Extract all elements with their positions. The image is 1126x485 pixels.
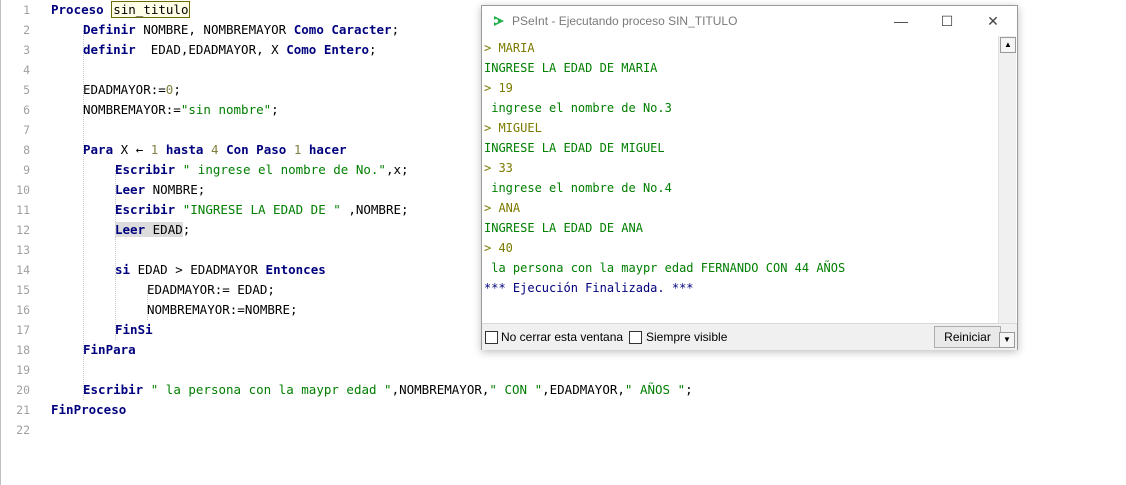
window-title: PSeInt - Ejecutando proceso SIN_TITULO: [512, 14, 738, 28]
minimize-button[interactable]: —: [878, 6, 924, 36]
siempre-visible-label[interactable]: Siempre visible: [646, 329, 727, 345]
code-line-16[interactable]: NOMBREMAYOR:=NOMBRE;: [147, 300, 298, 320]
line-number: 11: [16, 203, 30, 217]
close-button[interactable]: ✕: [970, 6, 1016, 36]
no-cerrar-label[interactable]: No cerrar esta ventana: [501, 329, 623, 345]
code-line-1[interactable]: Proceso sin_titulo: [51, 0, 191, 20]
code-line-21[interactable]: FinProceso: [51, 400, 126, 420]
line-number: 18: [16, 343, 30, 357]
scroll-down-arrow-icon[interactable]: ▼: [999, 332, 1015, 348]
code-line-8[interactable]: Para X ← 1 hasta 4 Con Paso 1 hacer: [83, 140, 347, 160]
line-number: 22: [16, 423, 30, 437]
line-number: 19: [16, 363, 30, 377]
code-line-14[interactable]: si EDAD > EDADMAYOR Entonces: [115, 260, 326, 280]
code-line-18[interactable]: FinPara: [83, 340, 136, 360]
console-output[interactable]: > MARIA INGRESE LA EDAD DE MARIA > 19 in…: [484, 36, 997, 323]
line-number: 8: [23, 143, 30, 157]
console-line: > 19: [484, 81, 513, 95]
line-number: 10: [16, 183, 30, 197]
console-line: INGRESE LA EDAD DE ANA: [484, 221, 643, 235]
code-line-15[interactable]: EDADMAYOR:= EDAD;: [147, 280, 275, 300]
siempre-visible-checkbox[interactable]: [629, 331, 642, 344]
console-line: > MIGUEL: [484, 121, 542, 135]
line-number: 7: [23, 123, 30, 137]
window-titlebar[interactable]: PSeInt - Ejecutando proceso SIN_TITULO —…: [482, 6, 1017, 36]
line-number: 20: [16, 383, 30, 397]
line-number: 14: [16, 263, 30, 277]
console-line: ingrese el nombre de No.4: [484, 181, 672, 195]
line-number: 2: [23, 23, 30, 37]
line-number: 3: [23, 43, 30, 57]
code-line-9[interactable]: Escribir " ingrese el nombre de No.",x;: [115, 160, 409, 180]
console-line: > ANA: [484, 201, 521, 215]
code-line-11[interactable]: Escribir "INGRESE LA EDAD DE " ,NOMBRE;: [115, 200, 409, 220]
process-name: sin_titulo: [111, 1, 191, 18]
execution-window[interactable]: PSeInt - Ejecutando proceso SIN_TITULO —…: [481, 5, 1018, 350]
no-cerrar-checkbox[interactable]: [485, 331, 498, 344]
console-line: INGRESE LA EDAD DE MIGUEL: [484, 141, 665, 155]
line-number: 13: [16, 243, 30, 257]
console-line: la persona con la maypr edad FERNANDO CO…: [484, 261, 846, 275]
reiniciar-button[interactable]: Reiniciar: [934, 326, 1001, 348]
code-line-17[interactable]: FinSi: [115, 320, 153, 340]
scroll-up-arrow-icon[interactable]: ▲: [1000, 37, 1016, 53]
code-line-12[interactable]: Leer EDAD;: [115, 220, 190, 240]
code-line-3[interactable]: definir EDAD,EDADMAYOR, X Como Entero;: [83, 40, 377, 60]
console-line: ingrese el nombre de No.3: [484, 101, 672, 115]
console-line: INGRESE LA EDAD DE MARIA: [484, 61, 658, 75]
code-line-10[interactable]: Leer NOMBRE;: [115, 180, 205, 200]
line-number: 21: [16, 403, 30, 417]
line-number: 17: [16, 323, 30, 337]
line-number: 15: [16, 283, 30, 297]
maximize-button[interactable]: ☐: [924, 6, 970, 36]
console-line: *** Ejecución Finalizada. ***: [484, 281, 694, 295]
line-number: 1: [23, 3, 30, 17]
pseint-app-icon: [494, 16, 504, 26]
console-scrollbar[interactable]: ▲: [998, 36, 1016, 323]
line-number: 9: [23, 163, 30, 177]
line-number: 5: [23, 83, 30, 97]
line-number: 12: [16, 223, 30, 237]
line-number: 6: [23, 103, 30, 117]
line-number: 16: [16, 303, 30, 317]
window-bottom-bar: No cerrar esta ventana Siempre visible R…: [482, 323, 1017, 350]
code-line-20[interactable]: Escribir " la persona con la maypr edad …: [83, 380, 693, 400]
code-line-5[interactable]: EDADMAYOR:=0;: [83, 80, 181, 100]
line-number: 4: [23, 63, 30, 77]
code-line-2[interactable]: Definir NOMBRE, NOMBREMAYOR Como Caracte…: [83, 20, 399, 40]
console-line: > MARIA: [484, 41, 535, 55]
console-line: > 40: [484, 241, 513, 255]
console-line: > 33: [484, 161, 513, 175]
code-line-6[interactable]: NOMBREMAYOR:="sin nombre";: [83, 100, 279, 120]
